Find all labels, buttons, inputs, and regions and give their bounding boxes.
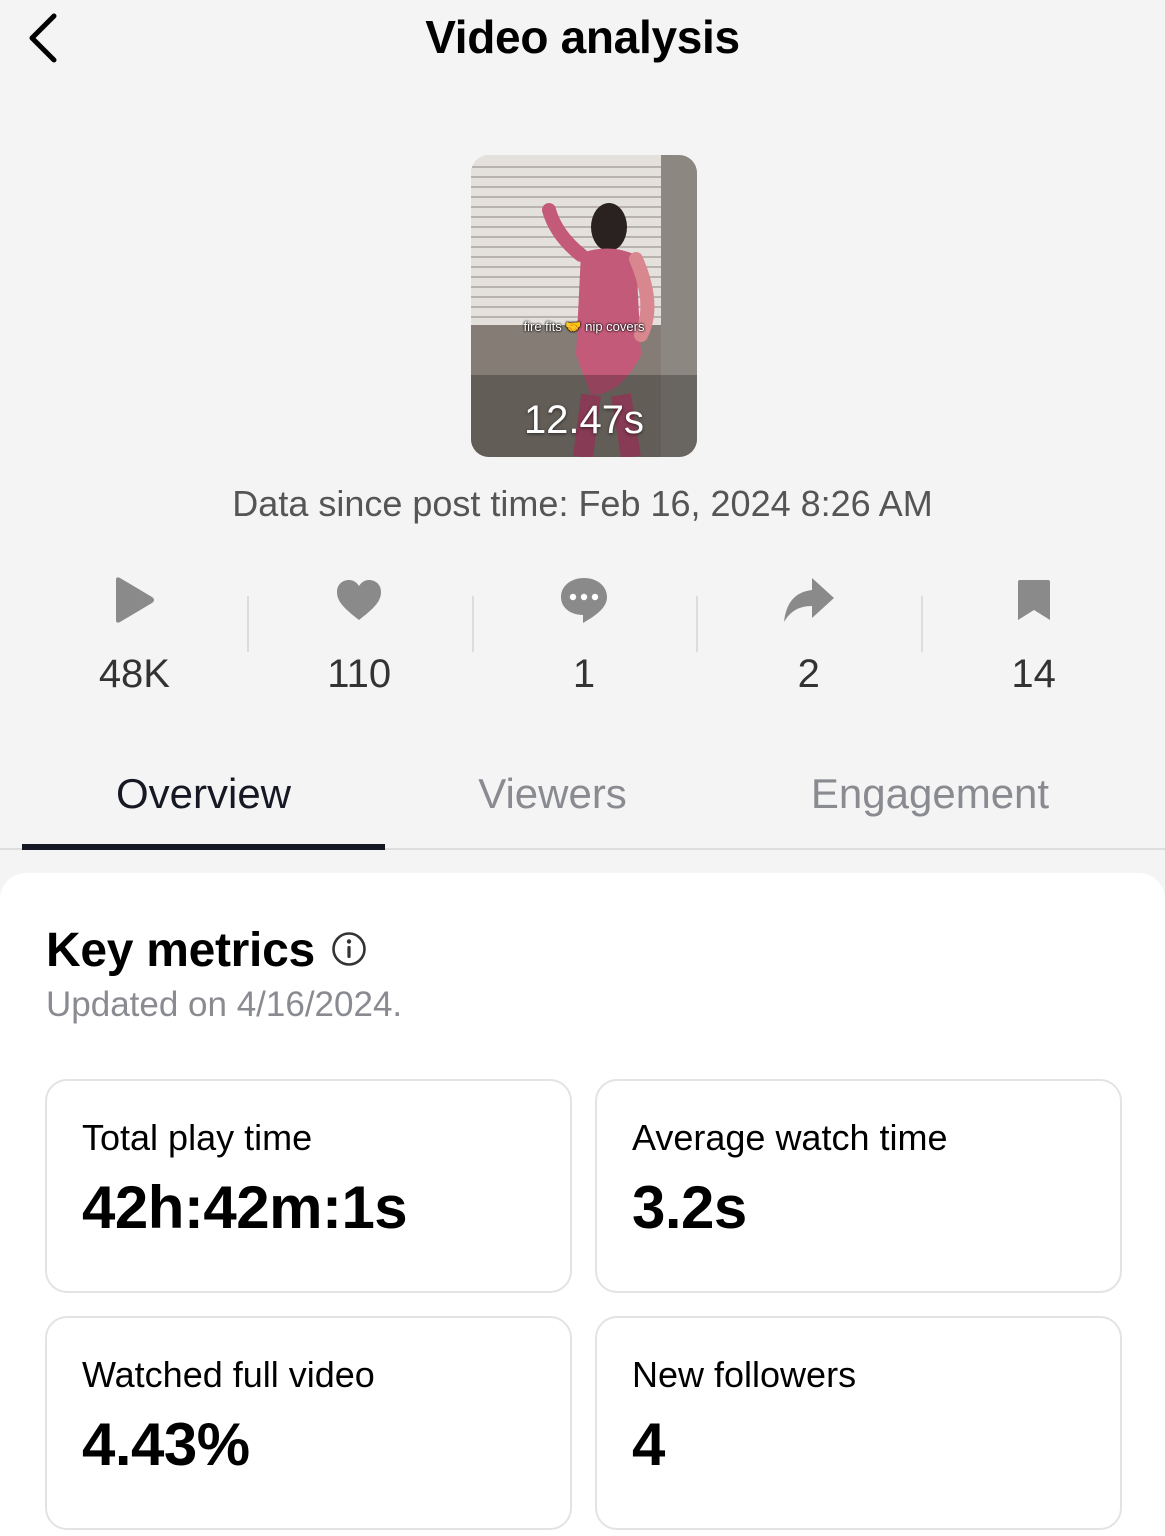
stat-saves[interactable]: 14	[921, 570, 1146, 710]
analysis-tabs: Overview Viewers Engagement	[0, 760, 1165, 850]
metric-label: Watched full video	[82, 1354, 375, 1395]
stat-divider	[696, 596, 699, 652]
video-caption: fire fits 🤝 nip covers	[523, 319, 645, 334]
saves-count: 14	[1011, 652, 1056, 696]
stat-divider	[246, 596, 249, 652]
metric-label: New followers	[632, 1354, 857, 1395]
stats-row: 48K 110 1 2 14	[22, 570, 1146, 710]
updated-date: Updated on 4/16/2024.	[46, 985, 403, 1024]
stat-divider	[471, 596, 474, 652]
video-duration: 12.47s	[523, 398, 645, 442]
page-title: Video analysis	[425, 11, 740, 63]
likes-count: 110	[327, 652, 392, 696]
metric-value: 4	[632, 1411, 665, 1478]
key-metrics-title: Key metrics	[46, 924, 315, 977]
active-tab-indicator	[22, 844, 385, 850]
video-thumbnail[interactable]: fire fits 🤝 nip covers 12.47s	[471, 155, 697, 457]
key-metrics-panel: Key metrics Updated on 4/16/2024. Total …	[0, 873, 1165, 1536]
tab-engagement[interactable]: Engagement	[770, 770, 1090, 818]
stat-views[interactable]: 48K	[22, 570, 247, 710]
bookmark-icon	[1017, 580, 1050, 620]
play-icon	[116, 577, 155, 623]
metric-label: Average watch time	[632, 1117, 948, 1158]
metric-card-new-followers[interactable]: New followers 4	[595, 1316, 1122, 1530]
info-icon[interactable]	[331, 931, 367, 967]
metric-value: 42h:42m:1s	[82, 1174, 408, 1241]
metric-card-average-watch-time[interactable]: Average watch time 3.2s	[595, 1079, 1122, 1293]
comments-count: 1	[572, 652, 596, 696]
video-analysis-page: Video analysis fire fits 🤝 nip covers 12…	[0, 0, 1165, 1536]
tab-overview[interactable]: Overview	[22, 770, 385, 818]
metric-card-watched-full-video[interactable]: Watched full video 4.43%	[45, 1316, 572, 1530]
heart-icon	[337, 580, 382, 620]
stat-likes[interactable]: 110	[246, 570, 472, 710]
stat-shares[interactable]: 2	[696, 570, 921, 710]
stat-comments[interactable]: 1	[471, 570, 697, 710]
metric-value: 3.2s	[632, 1174, 747, 1241]
views-count: 48K	[98, 652, 170, 696]
metric-value: 4.43%	[82, 1411, 250, 1478]
comment-icon	[560, 578, 607, 623]
share-icon	[783, 578, 834, 622]
header: Video analysis	[0, 0, 1165, 80]
stat-divider	[921, 596, 924, 652]
metric-card-total-play-time[interactable]: Total play time 42h:42m:1s	[45, 1079, 572, 1293]
tab-viewers[interactable]: Viewers	[430, 770, 675, 818]
shares-count: 2	[797, 652, 820, 696]
metric-label: Total play time	[82, 1117, 313, 1158]
post-time-text: Data since post time: Feb 16, 2024 8:26 …	[232, 483, 933, 524]
